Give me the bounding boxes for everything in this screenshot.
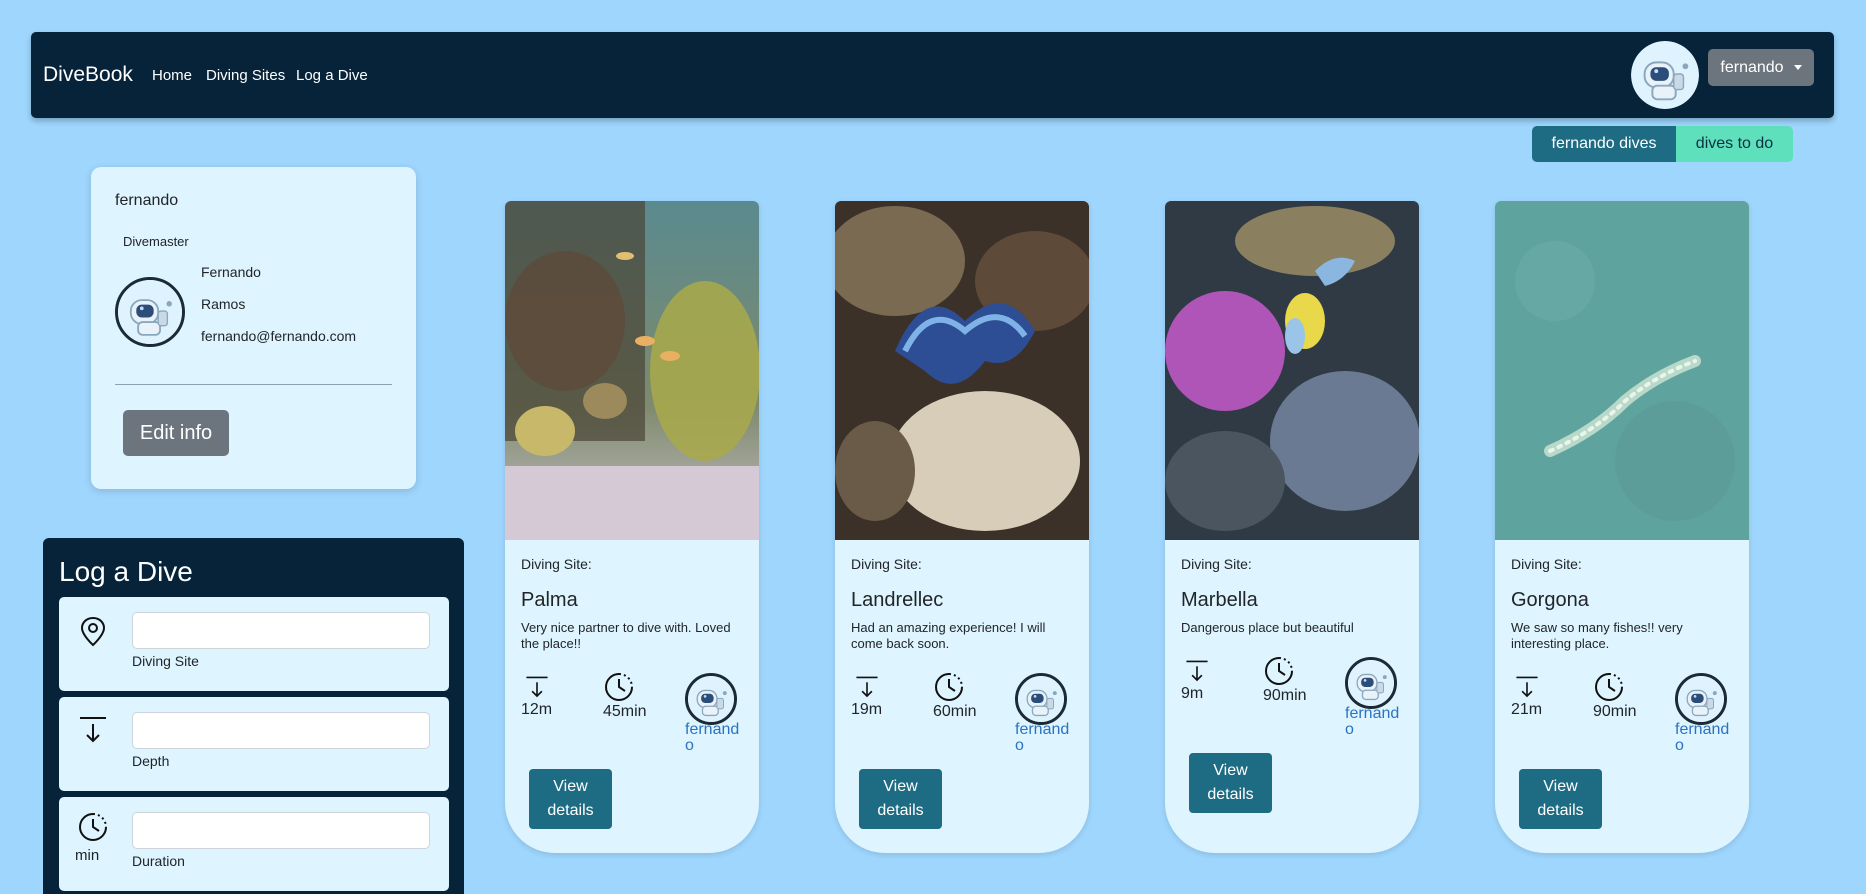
dive-card: Diving Site: Palma Very nice partner to … bbox=[505, 201, 759, 853]
user-menu-label: fernando bbox=[1720, 58, 1784, 76]
duration-input[interactable] bbox=[132, 812, 430, 849]
nav-log-dive[interactable]: Log a Dive bbox=[296, 67, 368, 84]
dive-description: Had an amazing experience! I will come b… bbox=[851, 620, 1046, 651]
dive-card: Diving Site: Gorgona We saw so many fish… bbox=[1495, 201, 1749, 853]
duration-field: min Duration bbox=[59, 797, 449, 891]
diving-site-caption: Diving Site: bbox=[851, 556, 922, 572]
location-pin-icon bbox=[80, 616, 106, 647]
depth-field: Depth bbox=[59, 697, 449, 791]
profile-avatar bbox=[115, 277, 185, 347]
diving-site-caption: Diving Site: bbox=[1511, 556, 1582, 572]
nav-diving-sites[interactable]: Diving Sites bbox=[206, 67, 285, 84]
duration-stat: 90min bbox=[1593, 671, 1637, 721]
nav-home[interactable]: Home bbox=[152, 67, 192, 84]
duration-value: 60min bbox=[933, 703, 977, 720]
duration-stat: 45min bbox=[603, 671, 647, 721]
depth-label: Depth bbox=[132, 753, 170, 769]
dive-description: We saw so many fishes!! very interesting… bbox=[1511, 620, 1683, 651]
diving-site-caption: Diving Site: bbox=[1181, 556, 1252, 572]
user-avatar[interactable] bbox=[685, 673, 737, 725]
user-avatar[interactable] bbox=[1345, 657, 1397, 709]
caret-down-icon bbox=[1793, 65, 1802, 70]
duration-stat: 60min bbox=[933, 671, 977, 721]
dive-photo bbox=[1165, 201, 1419, 540]
dive-photo bbox=[1495, 201, 1749, 540]
depth-arrow-icon bbox=[79, 717, 107, 742]
view-details-button[interactable]: View details bbox=[1189, 753, 1272, 813]
profile-username: fernando bbox=[115, 192, 179, 209]
site-name: Marbella bbox=[1181, 589, 1258, 611]
view-details-button[interactable]: View details bbox=[1519, 769, 1602, 829]
dives-toggle: fernando dives dives to do bbox=[1532, 126, 1793, 162]
dive-card: Diving Site: Landrellec Had an amazing e… bbox=[835, 201, 1089, 853]
brand-logo[interactable]: DiveBook bbox=[43, 63, 133, 87]
depth-stat: 9m bbox=[1181, 659, 1213, 703]
edit-info-button[interactable]: Edit info bbox=[123, 410, 229, 456]
duration-label: Duration bbox=[132, 853, 185, 869]
dive-description: Dangerous place but beautiful bbox=[1181, 620, 1354, 635]
depth-stat: 12m bbox=[521, 675, 553, 719]
dive-photo bbox=[505, 201, 759, 540]
diving-site-caption: Diving Site: bbox=[521, 556, 592, 572]
view-details-button[interactable]: View details bbox=[859, 769, 942, 829]
log-dive-panel: Log a Dive Diving Site Depth min Duratio… bbox=[43, 538, 464, 894]
depth-arrow-icon bbox=[1515, 676, 1539, 697]
duration-value: 90min bbox=[1593, 703, 1637, 720]
depth-input[interactable] bbox=[132, 712, 430, 749]
diving-site-label: Diving Site bbox=[132, 653, 199, 669]
user-link[interactable]: fernando bbox=[1015, 722, 1075, 754]
profile-first-name: Fernando bbox=[201, 264, 261, 280]
site-name: Palma bbox=[521, 589, 578, 611]
profile-role: Divemaster bbox=[123, 234, 189, 249]
view-details-button[interactable]: View details bbox=[529, 769, 612, 829]
depth-value: 19m bbox=[851, 701, 883, 718]
profile-email: fernando@fernando.com bbox=[201, 328, 357, 344]
diving-site-field: Diving Site bbox=[59, 597, 449, 691]
clock-icon bbox=[1265, 657, 1293, 685]
log-dive-title: Log a Dive bbox=[59, 556, 193, 587]
duration-value: 45min bbox=[603, 703, 647, 720]
clock-icon bbox=[79, 813, 107, 841]
dive-description: Very nice partner to dive with. Loved th… bbox=[521, 620, 731, 651]
depth-stat: 21m bbox=[1511, 675, 1543, 719]
duration-stat: 90min bbox=[1263, 655, 1307, 705]
depth-value: 21m bbox=[1511, 701, 1543, 718]
clock-icon bbox=[605, 673, 633, 701]
divider bbox=[115, 384, 392, 385]
depth-arrow-icon bbox=[855, 676, 879, 697]
depth-arrow-icon bbox=[1185, 660, 1209, 681]
avatar[interactable] bbox=[1631, 41, 1699, 109]
clock-icon bbox=[935, 673, 963, 701]
profile-last-name: Ramos bbox=[201, 296, 246, 312]
profile-card: fernando Divemaster Fernando Ramos ferna… bbox=[91, 167, 416, 489]
duration-value: 90min bbox=[1263, 687, 1307, 704]
user-link[interactable]: fernando bbox=[1675, 722, 1735, 754]
user-avatar[interactable] bbox=[1015, 673, 1067, 725]
depth-value: 12m bbox=[521, 701, 553, 718]
duration-unit: min bbox=[75, 847, 100, 864]
user-menu-button[interactable]: fernando bbox=[1708, 49, 1814, 86]
dive-photo bbox=[835, 201, 1089, 540]
diving-site-input[interactable] bbox=[132, 612, 430, 649]
user-avatar[interactable] bbox=[1675, 673, 1727, 725]
tab-user-dives[interactable]: fernando dives bbox=[1532, 126, 1676, 162]
tab-dives-to-do[interactable]: dives to do bbox=[1676, 126, 1793, 162]
site-name: Gorgona bbox=[1511, 589, 1589, 611]
depth-stat: 19m bbox=[851, 675, 883, 719]
depth-arrow-icon bbox=[525, 676, 549, 697]
clock-icon bbox=[1595, 673, 1623, 701]
depth-value: 9m bbox=[1181, 685, 1204, 702]
site-name: Landrellec bbox=[851, 589, 944, 611]
dive-card: Diving Site: Marbella Dangerous place bu… bbox=[1165, 201, 1419, 853]
user-link[interactable]: fernando bbox=[1345, 706, 1405, 738]
navbar: DiveBook Home Diving Sites Log a Dive fe… bbox=[31, 32, 1834, 118]
user-link[interactable]: fernando bbox=[685, 722, 745, 754]
